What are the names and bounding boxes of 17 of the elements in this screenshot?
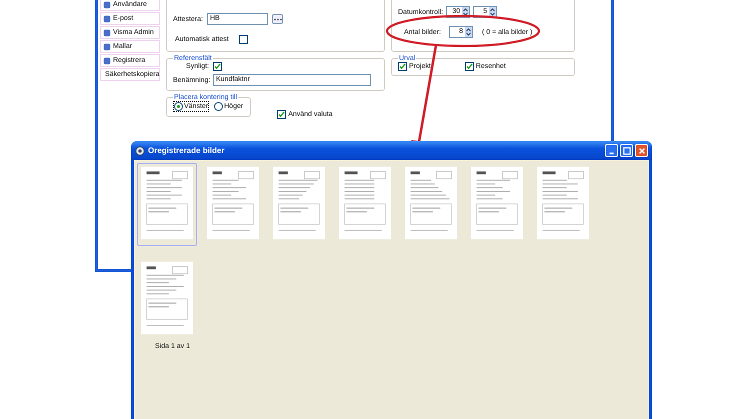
browse-button[interactable] xyxy=(272,14,283,24)
maximize-icon xyxy=(622,146,630,154)
checkbox[interactable] xyxy=(213,62,222,71)
maximize-button[interactable] xyxy=(620,144,633,157)
check-icon xyxy=(466,63,473,70)
spinner-arrows-icon xyxy=(462,7,470,17)
spinner-arrows-icon xyxy=(489,7,496,17)
minimize-button[interactable] xyxy=(605,144,618,157)
dots-icon xyxy=(274,18,282,20)
close-icon xyxy=(638,146,646,154)
window-title: Oregistrerade bilder xyxy=(148,146,226,155)
document-thumbnail[interactable] xyxy=(137,163,197,246)
checkbox[interactable] xyxy=(238,35,248,44)
close-button[interactable] xyxy=(635,144,648,157)
check-icon xyxy=(399,63,406,70)
check-icon xyxy=(278,111,286,118)
spinner-arrows-icon xyxy=(465,27,472,37)
